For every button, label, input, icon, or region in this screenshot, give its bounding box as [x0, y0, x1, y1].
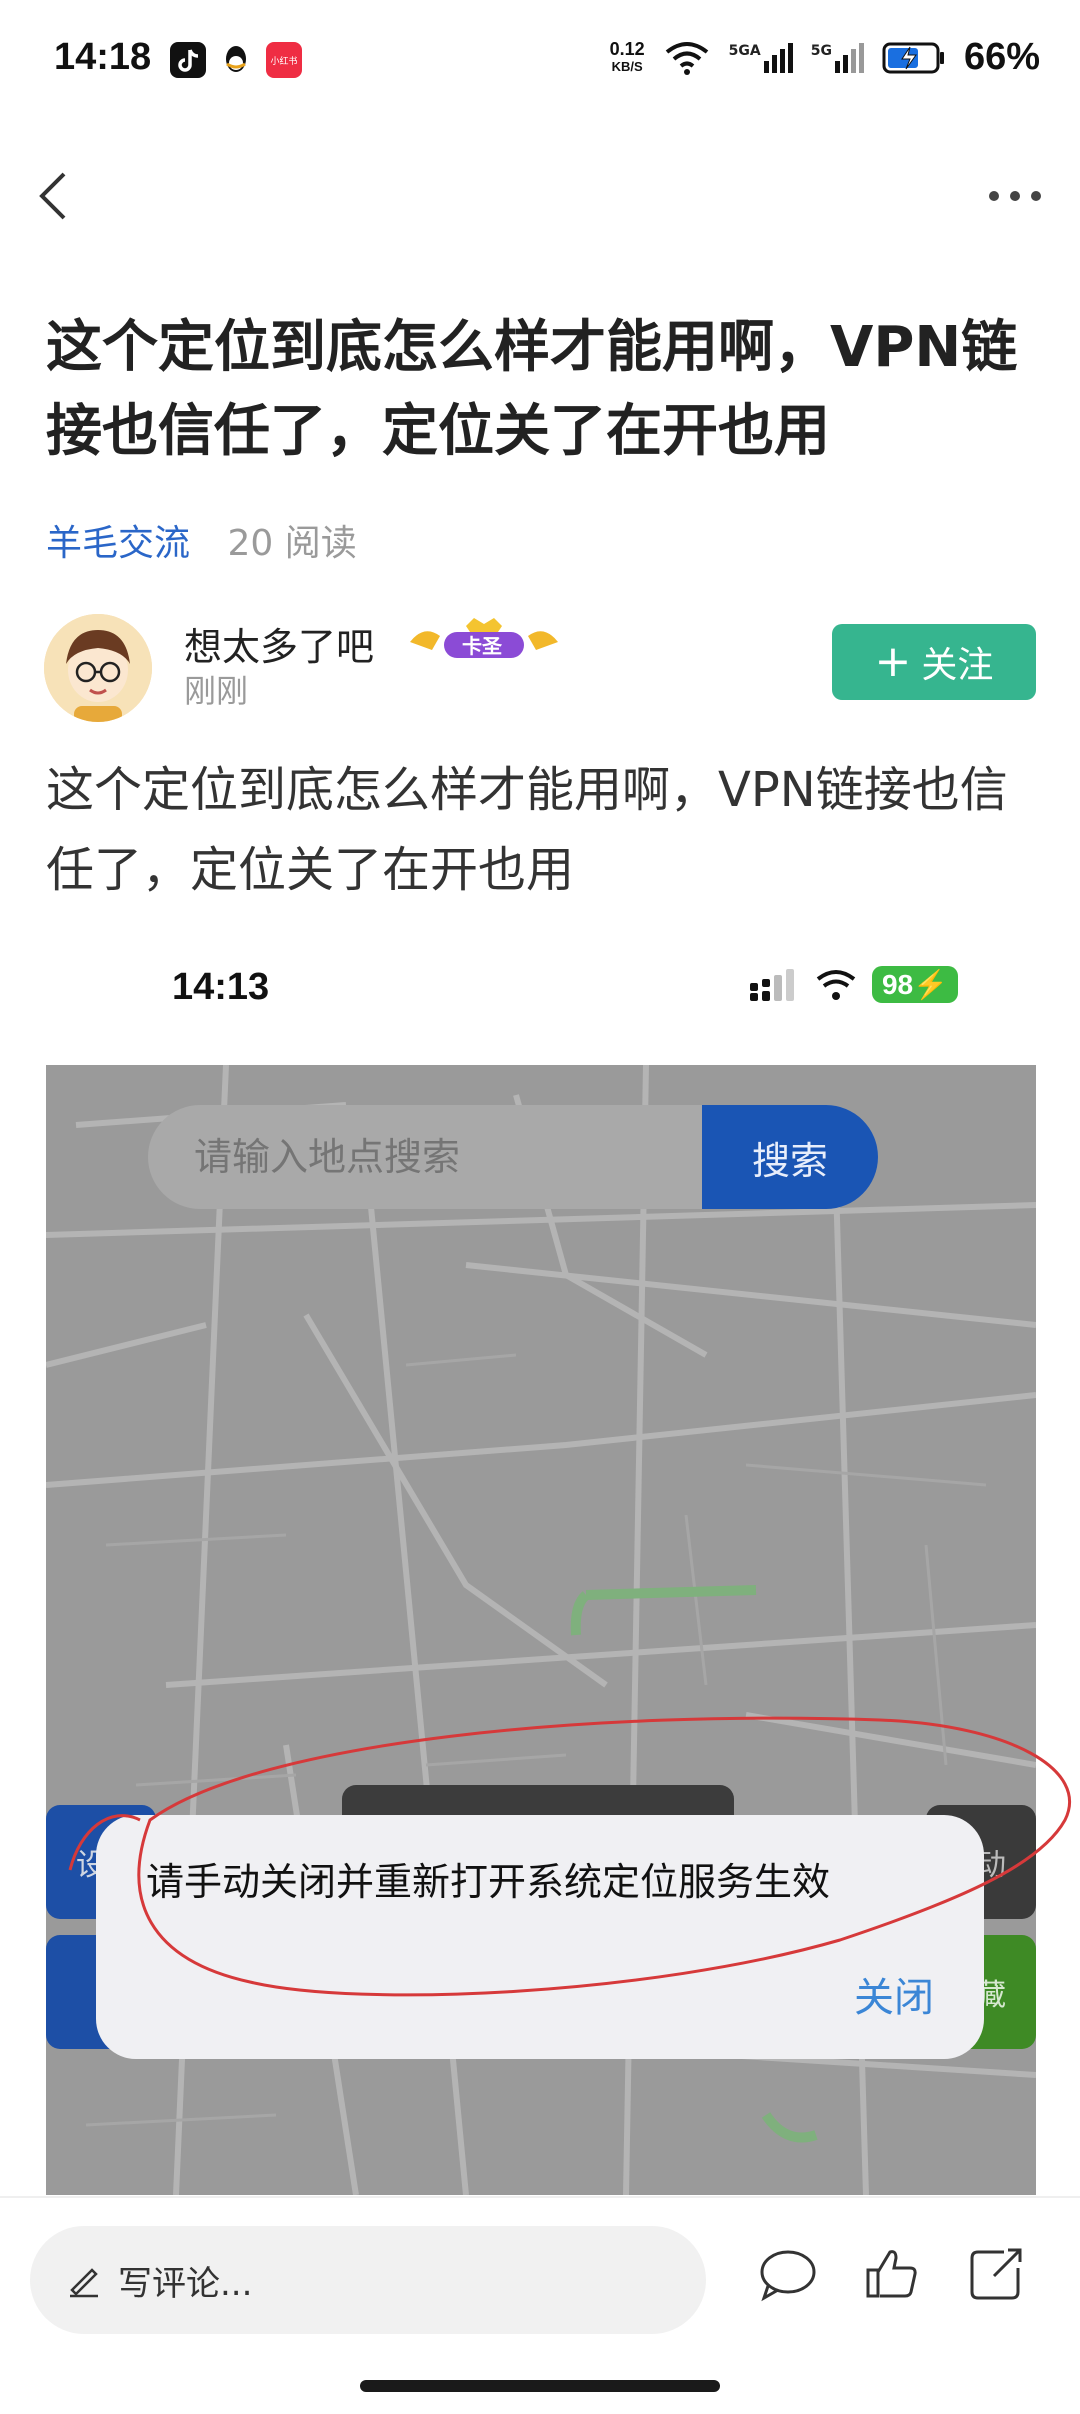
xiaohongshu-icon: 小红书: [266, 42, 302, 78]
wifi-icon: [665, 41, 708, 75]
embedded-time: 14:13: [172, 966, 270, 1008]
like-button[interactable]: [860, 2242, 924, 2306]
follow-button[interactable]: + 关注: [832, 624, 1036, 700]
avatar[interactable]: [44, 614, 152, 722]
signal-2-label: 5G: [810, 42, 832, 59]
comment-button[interactable]: [756, 2242, 820, 2306]
map-view[interactable]: 搜索 设 动 藏 请手动关闭并重新打开系统定位服务生效 关闭: [46, 1065, 1036, 2195]
search-button[interactable]: 搜索: [702, 1105, 878, 1209]
net-speed: 0.12 KB/S: [610, 40, 645, 76]
badge-label: 卡圣: [462, 634, 502, 658]
back-button[interactable]: [22, 160, 92, 230]
status-right: 0.12 KB/S 5GA 5G 66%: [610, 36, 1040, 79]
embedded-signal-icon: [749, 968, 794, 1001]
like-icon: [866, 2250, 917, 2298]
map-search-bar: 搜索: [148, 1105, 878, 1209]
net-speed-value: 0.12: [609, 38, 645, 59]
more-button[interactable]: [980, 166, 1050, 226]
read-count: 20 阅读: [227, 523, 357, 564]
qq-icon: [218, 42, 254, 78]
embedded-screenshot[interactable]: 14:13 98⚡ 请输入地点搜索 搜索 设 动 藏 请手动关闭并重新打开系统定…: [46, 940, 1036, 2195]
follow-label: 关注: [921, 645, 994, 686]
embedded-status-right: 98⚡: [749, 966, 958, 1003]
home-indicator[interactable]: [360, 2380, 720, 2392]
signal-1-label: 5GA: [728, 42, 761, 59]
plus-icon: +: [874, 636, 912, 687]
more-icon: [989, 191, 1041, 201]
signal-2: 5G: [810, 42, 864, 73]
comment-input[interactable]: 写评论...: [30, 2226, 706, 2334]
post-title: 这个定位到底怎么样才能用啊，VPN链接也信任了，定位关了在开也用: [46, 315, 1018, 464]
post-time: 刚刚: [184, 672, 249, 710]
map-search-input[interactable]: [148, 1105, 738, 1209]
post-meta: 羊毛交流 20 阅读: [46, 514, 357, 566]
comment-placeholder: 写评论...: [118, 2263, 253, 2304]
author-name[interactable]: 想太多了吧: [184, 616, 374, 671]
battery-percent: 66%: [963, 36, 1040, 78]
level-badge: 卡圣: [404, 616, 564, 666]
author-row: 想太多了吧 卡圣 刚刚 + 关注: [44, 614, 1036, 724]
signal-1: 5GA: [728, 42, 793, 73]
top-nav: [0, 150, 1080, 240]
status-bar: 14:18 小红书 0.12 KB/S 5GA 5G 66%: [0, 0, 1080, 120]
post-body: 这个定位到底怎么样才能用啊，VPN链接也信任了，定位关了在开也用: [46, 762, 1008, 898]
embedded-battery-value: 98: [881, 969, 914, 1000]
alert-dialog: 请手动关闭并重新打开系统定位服务生效 关闭: [96, 1815, 984, 2059]
comment-icon: [760, 2250, 816, 2302]
embedded-battery: 98⚡: [871, 966, 958, 1003]
xiaohongshu-label: 小红书: [270, 56, 298, 67]
status-time: 14:18: [54, 36, 152, 78]
battery-icon: [882, 42, 944, 73]
pencil-icon: [70, 2268, 98, 2298]
dialog-close-button[interactable]: 关闭: [854, 1965, 934, 2023]
share-button[interactable]: [964, 2242, 1028, 2306]
net-speed-unit: KB/S: [611, 58, 643, 74]
topic-tag[interactable]: 羊毛交流: [46, 523, 190, 564]
chevron-left-icon: [39, 172, 66, 220]
tiktok-icon: [170, 42, 206, 78]
dialog-message: 请手动关闭并重新打开系统定位服务生效: [146, 1860, 831, 1904]
share-icon: [970, 2248, 1022, 2300]
embedded-wifi-icon: [816, 969, 856, 1000]
